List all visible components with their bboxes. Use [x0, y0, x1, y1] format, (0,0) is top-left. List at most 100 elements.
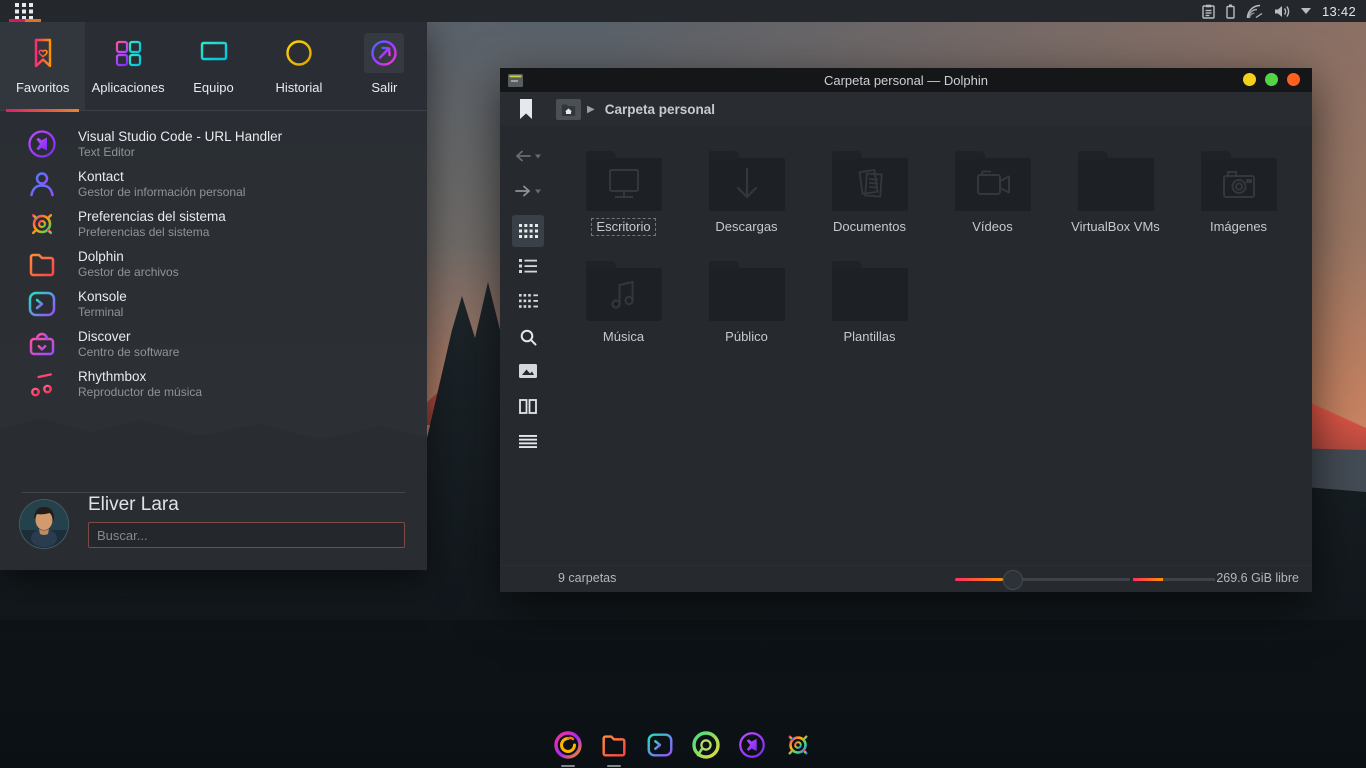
- gear-icon: [26, 208, 58, 240]
- bookmark-heart-icon: [23, 33, 63, 73]
- zoom-slider-knob[interactable]: [1003, 570, 1023, 590]
- folder-imagenes[interactable]: Imágenes: [1177, 126, 1300, 236]
- app-item-rhythmbox[interactable]: Rhythmbox Reproductor de música: [0, 364, 427, 404]
- hamburger-menu-icon: [519, 435, 537, 448]
- folder-icon: [955, 158, 1031, 211]
- tab-label: Equipo: [193, 80, 233, 95]
- app-item-preferencias[interactable]: Preferencias del sistema Preferencias de…: [0, 204, 427, 244]
- dock-vscode[interactable]: [736, 728, 768, 768]
- favorites-list: Visual Studio Code - URL Handler Text Ed…: [0, 124, 427, 404]
- close-button[interactable]: [1287, 73, 1300, 86]
- app-grid-gradient-icon: [108, 33, 148, 73]
- image-icon: [519, 364, 537, 378]
- zoom-slider[interactable]: [955, 578, 1130, 581]
- launcher-tabs: Favoritos Aplicaciones: [0, 22, 427, 111]
- terminal-icon: [645, 730, 675, 760]
- titlebar[interactable]: Carpeta personal — Dolphin: [500, 68, 1312, 92]
- compact-view-button[interactable]: [512, 285, 544, 317]
- folder-icon: [586, 268, 662, 321]
- home-button[interactable]: [556, 99, 581, 120]
- search-input[interactable]: [88, 522, 405, 548]
- top-panel: 13:42: [0, 0, 1366, 22]
- settings-gear-icon: [783, 730, 813, 760]
- split-view-button[interactable]: [512, 390, 544, 422]
- app-item-vscode[interactable]: Visual Studio Code - URL Handler Text Ed…: [0, 124, 427, 164]
- app-item-discover[interactable]: Discover Centro de software: [0, 324, 427, 364]
- back-button[interactable]: [512, 140, 544, 172]
- battery-icon[interactable]: [1226, 4, 1235, 19]
- monitor-glyph-icon: [602, 164, 646, 206]
- app-item-konsole[interactable]: Konsole Terminal: [0, 284, 427, 324]
- folder-label: Imágenes: [1205, 218, 1272, 236]
- tab-favoritos[interactable]: Favoritos: [0, 22, 85, 110]
- clock[interactable]: 13:42: [1322, 4, 1356, 19]
- running-indicator: [561, 765, 575, 767]
- avatar[interactable]: [20, 500, 68, 548]
- tab-salir[interactable]: Salir: [342, 22, 427, 110]
- folder-icon: [586, 158, 662, 211]
- network-icon[interactable]: [1246, 4, 1263, 19]
- folder-icon: [26, 248, 58, 280]
- volume-icon[interactable]: [1274, 4, 1290, 19]
- folder-plantillas[interactable]: Plantillas: [808, 236, 931, 346]
- search-button[interactable]: [512, 321, 544, 353]
- forward-button[interactable]: [512, 175, 544, 207]
- folder-videos[interactable]: Vídeos: [931, 126, 1054, 236]
- folder-label: Vídeos: [967, 218, 1017, 236]
- app-item-dolphin[interactable]: Dolphin Gestor de archivos: [0, 244, 427, 284]
- app-subtitle: Centro de software: [78, 345, 179, 359]
- arrow-right-icon: [515, 185, 541, 197]
- folder-label: Documentos: [828, 218, 911, 236]
- status-bar: 9 carpetas 269.6 GiB libre: [500, 565, 1312, 592]
- search-icon: [520, 329, 537, 346]
- launcher-active-indicator: [9, 19, 41, 22]
- folder-virtualbox-vms[interactable]: VirtualBox VMs: [1054, 126, 1177, 236]
- maximize-button[interactable]: [1265, 73, 1278, 86]
- app-subtitle: Terminal: [78, 305, 127, 319]
- folder-label: Descargas: [710, 218, 782, 236]
- folder-label: Escritorio: [591, 218, 655, 236]
- tab-label: Salir: [371, 80, 397, 95]
- dock-settings[interactable]: [782, 728, 814, 768]
- dock-files[interactable]: [598, 728, 630, 768]
- bookmark-icon[interactable]: [520, 99, 532, 119]
- chevron-down-icon[interactable]: [1301, 8, 1311, 14]
- folder-icon: [1201, 158, 1277, 211]
- free-space-label: 269.6 GiB libre: [1216, 571, 1299, 585]
- list-view-button[interactable]: [512, 250, 544, 282]
- menu-button[interactable]: [512, 425, 544, 457]
- app-launcher-button[interactable]: [0, 0, 48, 22]
- tab-equipo[interactable]: Equipo: [171, 22, 256, 110]
- home-folder-icon: [561, 103, 576, 116]
- preview-button[interactable]: [512, 355, 544, 387]
- vscode-icon: [737, 730, 767, 760]
- folder-icon: [709, 158, 785, 211]
- icons-view-button[interactable]: [512, 215, 544, 247]
- app-title: Kontact: [78, 169, 245, 184]
- app-subtitle: Gestor de archivos: [78, 265, 179, 279]
- dolphin-window: Carpeta personal — Dolphin ▶ Carpeta per…: [500, 68, 1312, 592]
- app-subtitle: Text Editor: [78, 145, 282, 159]
- breadcrumb[interactable]: Carpeta personal: [605, 102, 715, 117]
- tab-aplicaciones[interactable]: Aplicaciones: [85, 22, 170, 110]
- clipboard-icon[interactable]: [1202, 4, 1215, 19]
- folder-view[interactable]: Escritorio Descargas: [556, 126, 1312, 566]
- minimize-button[interactable]: [1243, 73, 1256, 86]
- app-item-kontact[interactable]: Kontact Gestor de información personal: [0, 164, 427, 204]
- music-glyph-icon: [602, 274, 646, 316]
- user-area: Eliver Lara: [20, 492, 405, 558]
- zoom-slider-fill: [955, 578, 1003, 581]
- dock-konsole[interactable]: [644, 728, 676, 768]
- tab-historial[interactable]: Historial: [256, 22, 341, 110]
- dock-firefox[interactable]: [552, 728, 584, 768]
- monitor-icon: [194, 33, 234, 73]
- folder-escritorio[interactable]: Escritorio: [562, 126, 685, 236]
- folder-count: 9 carpetas: [558, 571, 616, 585]
- grid-view-icon: [519, 224, 538, 238]
- folder-musica[interactable]: Música: [562, 236, 685, 346]
- folder-publico[interactable]: Público: [685, 236, 808, 346]
- app-title: Dolphin: [78, 249, 179, 264]
- folder-descargas[interactable]: Descargas: [685, 126, 808, 236]
- folder-documentos[interactable]: Documentos: [808, 126, 931, 236]
- dock-chromium[interactable]: [690, 728, 722, 768]
